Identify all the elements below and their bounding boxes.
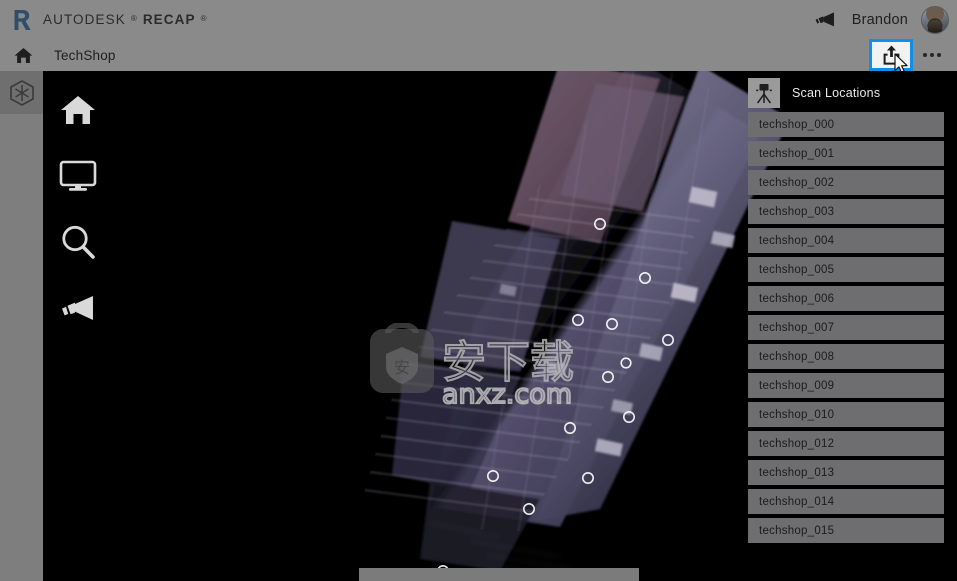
home-icon [61,96,95,124]
scan-locations-panel: Scan Locations techshop_000 techshop_001 t… [748,78,944,543]
view-toolbar[interactable] [359,568,639,581]
list-item[interactable]: techshop_004 [748,228,944,253]
avatar[interactable] [921,5,949,34]
share-export-icon [883,45,899,65]
list-item[interactable]: techshop_012 [748,431,944,456]
sidebar-item-display[interactable] [52,155,104,197]
list-item[interactable]: techshop_009 [748,373,944,398]
scan-locations-title: Scan Locations [792,86,881,100]
home-icon [14,47,32,63]
list-item[interactable]: techshop_006 [748,286,944,311]
viewport-toolstrip [43,71,113,581]
list-item[interactable]: techshop_014 [748,489,944,514]
more-options-button[interactable] [913,39,951,71]
brand-tm-1: ® [130,14,138,23]
cube-navigator-icon [9,79,34,106]
title-bar: AUTODESK ® RECAP ® Brandon [0,0,957,39]
home-button[interactable] [0,39,46,71]
project-nav-bar: TechShop [0,39,957,74]
autodesk-logo-icon [12,8,34,32]
ellipsis-icon [930,53,934,57]
list-item[interactable]: techshop_001 [748,141,944,166]
megaphone-icon[interactable] [811,8,839,32]
ellipsis-icon [923,53,927,57]
sidebar-item-announce[interactable] [52,287,104,329]
list-item[interactable]: techshop_010 [748,402,944,427]
viewport[interactable]: 安 安下载 anxz.com Scan Locations techshop_0… [0,71,957,581]
list-item[interactable]: techshop_007 [748,315,944,340]
list-item[interactable]: techshop_003 [748,199,944,224]
list-item[interactable]: techshop_008 [748,344,944,369]
list-item[interactable]: techshop_000 [748,112,944,137]
scan-locations-list[interactable]: techshop_000 techshop_001 techshop_002tech… [748,112,944,543]
search-icon [62,225,95,259]
list-item[interactable]: techshop_002 [748,170,944,195]
brand-lockup: AUTODESK ® RECAP ® [0,0,208,39]
navbar-right-group [869,39,957,74]
ellipsis-icon [937,53,941,57]
username-label[interactable]: Brandon [852,12,908,28]
list-item[interactable]: techshop_005 [748,257,944,282]
titlebar-right-group: Brandon [811,0,957,39]
brand-title: AUTODESK ® RECAP ® [43,12,208,27]
brand-word-autodesk: AUTODESK [43,12,126,27]
cube-navigator-button[interactable] [0,71,43,114]
brand-word-recap: RECAP [142,12,196,27]
monitor-icon [59,160,97,191]
left-rail [0,71,43,581]
list-item[interactable]: techshop_015 [748,518,944,543]
list-item[interactable]: techshop_013 [748,460,944,485]
sidebar-item-home[interactable] [52,89,104,131]
breadcrumb-project-name[interactable]: TechShop [54,48,116,63]
sidebar-item-search[interactable] [52,221,104,263]
megaphone-icon [62,296,93,320]
laser-scanner-icon[interactable] [748,78,780,108]
scan-locations-header: Scan Locations [748,78,944,108]
brand-tm-2: ® [200,14,208,23]
share-button[interactable] [869,39,913,74]
